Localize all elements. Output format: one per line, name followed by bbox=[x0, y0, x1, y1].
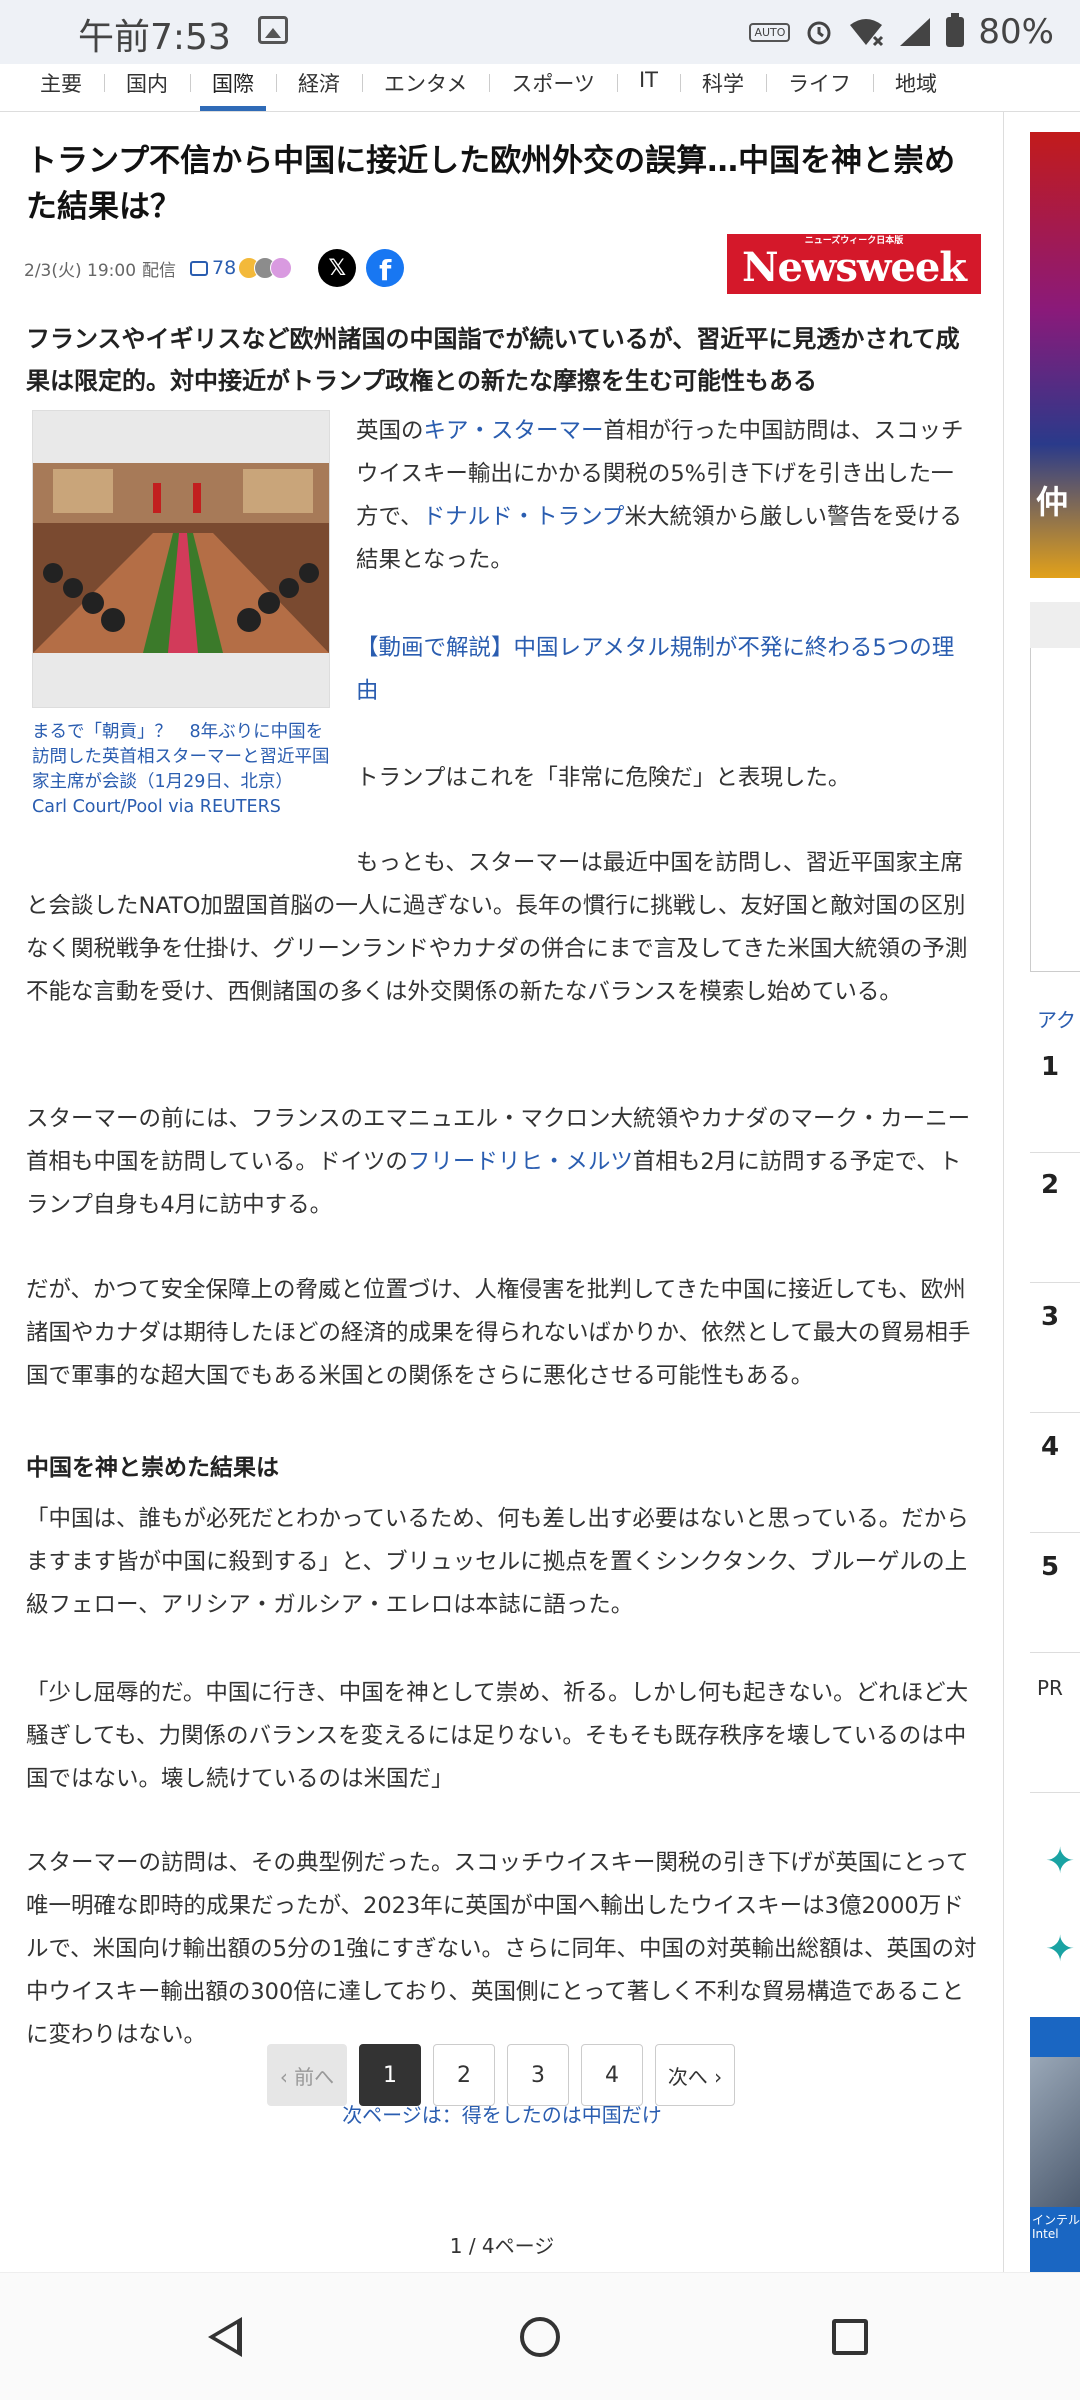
signal-icon bbox=[900, 18, 931, 46]
auto-brightness-icon: AUTO bbox=[749, 22, 791, 42]
comment-link[interactable]: 78 bbox=[190, 257, 236, 279]
page-3-button[interactable]: 3 bbox=[507, 2044, 569, 2106]
rank-number[interactable]: 2 bbox=[1041, 1170, 1059, 1200]
divider bbox=[1030, 1412, 1080, 1413]
pin-icon[interactable]: ✦ bbox=[1045, 1842, 1080, 1882]
tab-item[interactable]: 地域 bbox=[873, 64, 959, 111]
pagination: ‹ 前へ 1 2 3 4 次へ › bbox=[267, 2044, 735, 2106]
next-page-button[interactable]: 次へ › bbox=[655, 2044, 735, 2106]
clock: 午前7:53 bbox=[78, 17, 231, 58]
facebook-share-icon[interactable]: f bbox=[366, 249, 405, 287]
status-icons: AUTO 80% bbox=[749, 10, 1054, 54]
page-2-button[interactable]: 2 bbox=[433, 2044, 495, 2106]
tab-item[interactable]: 主要 bbox=[18, 64, 104, 111]
photo-credit: Carl Court/Pool via REUTERS bbox=[32, 797, 281, 817]
tab-item[interactable]: スポーツ bbox=[489, 64, 617, 111]
comment-count: 78 bbox=[212, 257, 237, 279]
tab-item[interactable]: ライフ bbox=[766, 64, 873, 111]
article-card: トランプ不信から中国に接近した欧州外交の誤算…中国を神と崇めた結果は？ 2/3(… bbox=[0, 112, 1004, 2272]
category-tabs: 主要 国内 国際 経済 エンタメ スポーツ IT 科学 ライフ 地域 bbox=[0, 64, 1080, 112]
photo-caption: まるで「朝貢」？ 8年ぶりに中国を訪問した英首相スターマーと習近平国家主席が会談… bbox=[32, 720, 332, 820]
tab-item[interactable]: IT bbox=[616, 64, 680, 111]
system-nav-bar bbox=[0, 2272, 1080, 2400]
image-icon bbox=[258, 16, 288, 44]
recent-apps-icon[interactable] bbox=[832, 2319, 868, 2355]
paragraph: 英国のキア・スターマー首相が行った中国訪問は、スコッチウイスキー輸出にかかる関税… bbox=[356, 418, 964, 573]
link-donald-trump[interactable]: ドナルド・トランプ bbox=[423, 504, 625, 530]
paragraph: 「中国は、誰もが必死だとわかっているため、何も差し出す必要はないと思っている。だ… bbox=[26, 1506, 969, 1618]
publish-date: 2/3(火) 19:00 bbox=[24, 260, 137, 281]
divider bbox=[1030, 1652, 1080, 1653]
paragraph: だが、かつて安全保障上の脅威と位置づけ、人権侵害を批判してきた中国に接近しても、… bbox=[26, 1277, 971, 1389]
home-icon[interactable] bbox=[520, 2317, 560, 2357]
paragraph: 「少し屈辱的だ。中国に行き、中国を神として崇め、祈る。しかし何も起きない。どれほ… bbox=[26, 1680, 969, 1792]
link-friedrich-merz[interactable]: フリードリヒ・メルツ bbox=[408, 1149, 633, 1175]
article-photo[interactable] bbox=[32, 410, 330, 708]
video-explainer-link[interactable]: 【動画で解説】中国レアメタル規制が不発に終わる5つの理由 bbox=[356, 627, 976, 713]
comment-icon bbox=[190, 260, 209, 276]
ad-image bbox=[1030, 2057, 1080, 2207]
delivery-label: 配信 bbox=[142, 260, 177, 281]
photo-image bbox=[33, 463, 329, 653]
paragraph: スターマーの前には、フランスのエマニュエル・マクロン大統領やカナダのマーク・カー… bbox=[26, 1106, 971, 1218]
section-heading: 中国を神と崇めた結果は bbox=[26, 1455, 279, 1481]
back-icon[interactable] bbox=[208, 2317, 242, 2357]
sidebar-box bbox=[1030, 602, 1080, 972]
sidebar-box-header bbox=[1030, 602, 1080, 648]
alarm-icon bbox=[807, 21, 831, 45]
tab-item[interactable]: 経済 bbox=[276, 64, 362, 111]
sidebar-ad[interactable]: 仲 bbox=[1030, 132, 1080, 578]
divider bbox=[1030, 1282, 1080, 1283]
article-meta: 2/3(火) 19:00 配信 78 𝕏 f bbox=[24, 248, 405, 288]
divider bbox=[1030, 1532, 1080, 1533]
wifi-icon bbox=[850, 19, 884, 47]
tab-item[interactable]: エンタメ bbox=[362, 64, 489, 111]
publisher-logo[interactable]: ニューズウィーク日本版 Newsweek bbox=[727, 234, 981, 294]
battery-percent: 80% bbox=[978, 12, 1054, 52]
tab-item[interactable]: 国内 bbox=[104, 64, 190, 111]
divider bbox=[1030, 1792, 1080, 1793]
paragraph: トランプはこれを「非常に危険だ」と表現した。 bbox=[356, 765, 851, 791]
divider bbox=[1030, 1152, 1080, 1153]
x-share-icon[interactable]: 𝕏 bbox=[318, 249, 357, 287]
paragraph: スターマーの訪問は、その典型例だった。スコッチウイスキー関税の引き下げが英国にと… bbox=[26, 1850, 977, 2048]
sidebar: 仲 アク 1 2 3 4 5 PR ✦ ✦ インテル Intel bbox=[1005, 112, 1080, 2272]
article-title: トランプ不信から中国に接近した欧州外交の誤算…中国を神と崇めた結果は？ bbox=[26, 143, 956, 225]
status-bar: 午前7:53 AUTO 80% bbox=[0, 0, 1080, 64]
pin-icon[interactable]: ✦ bbox=[1045, 1930, 1080, 1970]
rank-number[interactable]: 1 bbox=[1041, 1052, 1059, 1082]
rank-number[interactable]: 4 bbox=[1041, 1432, 1059, 1462]
prev-page-button[interactable]: ‹ 前へ bbox=[267, 2044, 347, 2106]
pr-label: PR bbox=[1037, 1676, 1063, 1700]
page-4-button[interactable]: 4 bbox=[581, 2044, 643, 2106]
article-lead: フランスやイギリスなど欧州諸国の中国詣でが続いているが、習近平に見透かされて成果… bbox=[26, 325, 960, 395]
paragraph: もっとも、スターマーは最近中国を訪問し、習近平国家主席と会談したNATO加盟国首… bbox=[26, 850, 968, 1005]
rank-number[interactable]: 5 bbox=[1041, 1552, 1059, 1582]
battery-icon bbox=[946, 13, 965, 47]
page-1-button[interactable]: 1 bbox=[359, 2044, 421, 2106]
sidebar-ad[interactable]: インテル Intel bbox=[1030, 2017, 1080, 2272]
ranking-label[interactable]: アク bbox=[1037, 1004, 1076, 1033]
page-count: 1 / 4ページ bbox=[449, 2234, 555, 2258]
reaction-icon bbox=[270, 257, 293, 279]
rank-number[interactable]: 3 bbox=[1041, 1302, 1059, 1332]
reaction-icons[interactable] bbox=[238, 257, 293, 279]
tab-item[interactable]: 科学 bbox=[680, 64, 766, 111]
tab-item[interactable]: 国際 bbox=[190, 64, 276, 111]
link-keir-starmer[interactable]: キア・スターマー bbox=[424, 418, 604, 444]
